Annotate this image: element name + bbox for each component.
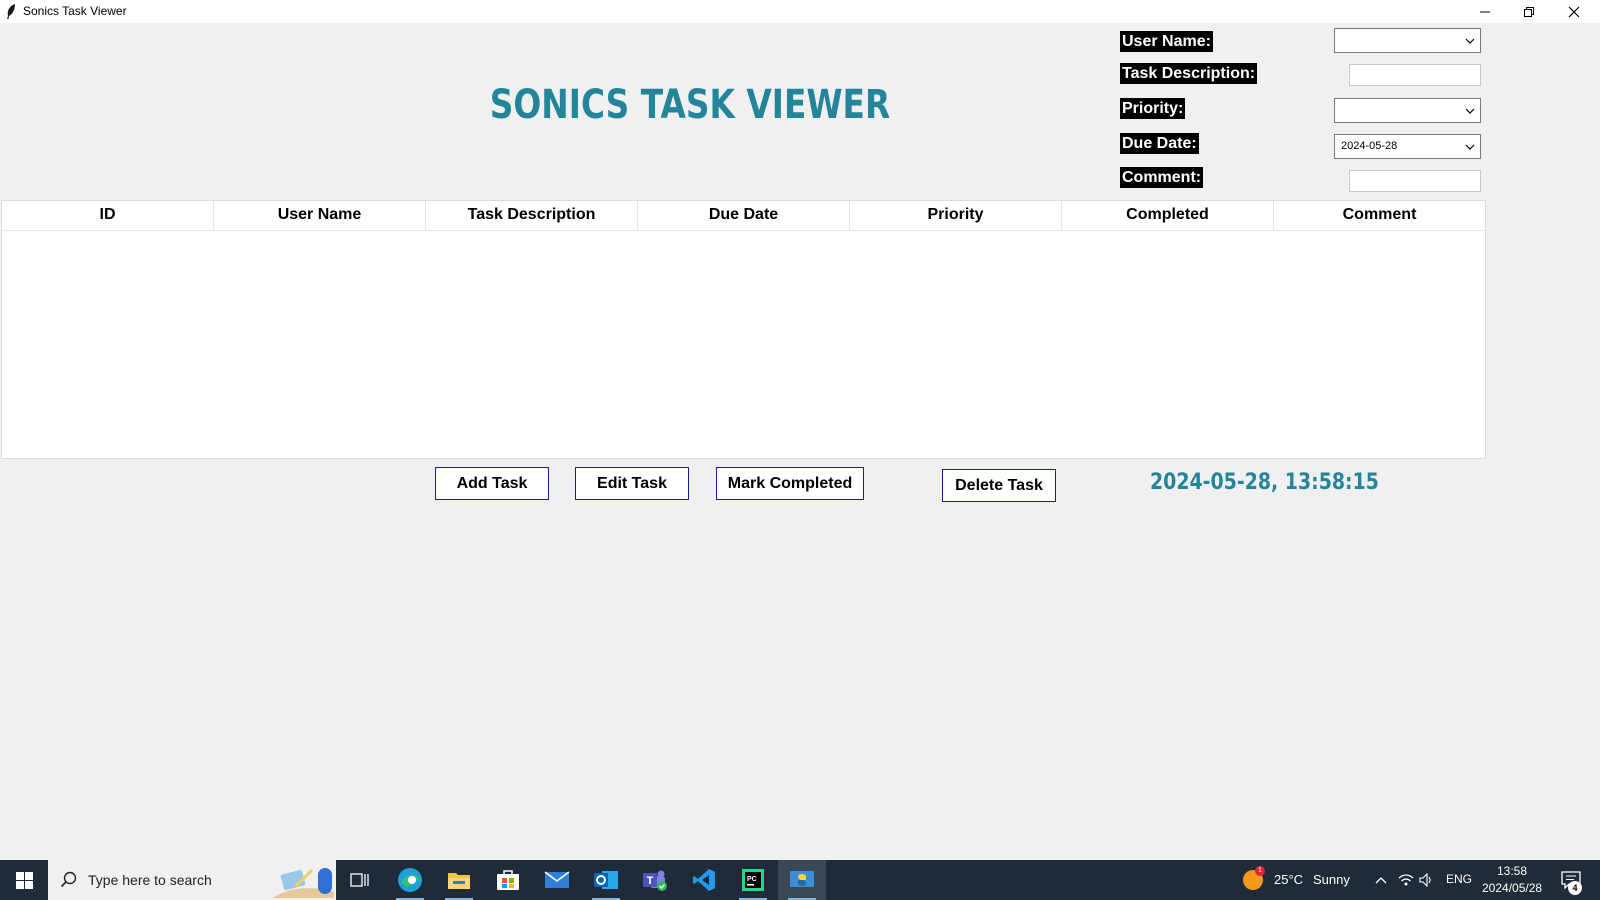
user-name-select[interactable] (1334, 28, 1481, 53)
task-description-field[interactable] (1349, 64, 1481, 86)
taskbar-store[interactable] (484, 860, 532, 900)
taskbar: Type here to search T PC 1 25°C Sunny EN… (0, 860, 1600, 900)
edit-task-button[interactable]: Edit Task (575, 467, 689, 500)
close-button[interactable] (1551, 0, 1597, 23)
feather-app-icon (7, 4, 15, 19)
teams-icon: T (643, 870, 667, 891)
table-header: ID User Name Task Description Due Date P… (2, 201, 1485, 231)
add-task-button[interactable]: Add Task (435, 467, 549, 500)
notification-count-badge: 4 (1568, 881, 1582, 895)
taskbar-vscode[interactable] (680, 860, 728, 900)
chevron-down-icon[interactable] (1461, 100, 1479, 121)
taskbar-python[interactable] (778, 860, 826, 900)
taskbar-search-box[interactable]: Type here to search (48, 860, 336, 900)
vscode-icon (693, 869, 715, 891)
task-view-icon (350, 873, 369, 887)
chevron-down-icon[interactable] (1461, 30, 1479, 51)
user-name-label: User Name: (1120, 31, 1213, 52)
volume-icon[interactable] (1418, 871, 1436, 889)
comment-label: Comment: (1120, 167, 1204, 188)
close-icon (1568, 6, 1580, 17)
svg-text:T: T (647, 875, 654, 887)
comment-field[interactable] (1349, 170, 1481, 192)
column-header-completed[interactable]: Completed (1062, 201, 1274, 230)
due-date-label: Due Date: (1120, 133, 1199, 154)
column-header-id[interactable]: ID (2, 201, 214, 230)
priority-select[interactable] (1334, 98, 1481, 123)
language-indicator[interactable]: ENG (1446, 872, 1472, 886)
search-placeholder: Type here to search (88, 872, 212, 888)
search-icon (60, 871, 77, 888)
weather-description[interactable]: Sunny (1313, 872, 1350, 887)
column-header-due-date[interactable]: Due Date (638, 201, 850, 230)
taskbar-date[interactable]: 2024/05/28 (1482, 881, 1542, 895)
taskbar-mail[interactable] (533, 860, 581, 900)
mark-completed-button[interactable]: Mark Completed (716, 467, 864, 500)
delete-task-button[interactable]: Delete Task (942, 469, 1056, 502)
window-title: Sonics Task Viewer (23, 4, 127, 18)
column-header-task-description[interactable]: Task Description (426, 201, 638, 230)
priority-label: Priority: (1120, 98, 1186, 119)
taskbar-pycharm[interactable]: PC (729, 860, 777, 900)
taskbar-file-explorer[interactable] (435, 860, 483, 900)
column-header-comment[interactable]: Comment (1274, 201, 1485, 230)
restore-icon (1524, 6, 1534, 17)
column-header-user-name[interactable]: User Name (214, 201, 426, 230)
minimize-icon (1480, 11, 1490, 12)
chevron-down-icon[interactable] (1461, 136, 1479, 157)
svg-text:PC: PC (747, 876, 757, 883)
taskbar-time[interactable]: 13:58 (1497, 864, 1527, 878)
outlook-icon (594, 871, 618, 889)
task-table[interactable]: ID User Name Task Description Due Date P… (1, 200, 1486, 459)
python-icon (790, 871, 814, 887)
minimize-button[interactable] (1462, 0, 1508, 23)
file-explorer-icon (448, 873, 470, 889)
weather-badge: 1 (1255, 866, 1265, 876)
window-title-bar[interactable]: Sonics Task Viewer (0, 0, 1600, 23)
weather-temperature[interactable]: 25°C (1274, 872, 1303, 887)
mail-icon (544, 871, 570, 888)
restore-button[interactable] (1506, 0, 1552, 23)
network-icon[interactable] (1397, 871, 1415, 889)
due-date-value: 2024-05-28 (1341, 140, 1398, 152)
taskbar-edge[interactable] (386, 860, 434, 900)
datetime-display: 2024-05-28, 13:58:15 (1150, 470, 1379, 495)
taskbar-teams[interactable]: T (631, 860, 679, 900)
search-highlight-illustration-icon (272, 868, 334, 898)
edge-icon (398, 868, 422, 892)
column-header-priority[interactable]: Priority (850, 201, 1062, 230)
page-title: SONICS TASK VIEWER (489, 82, 891, 128)
task-description-label: Task Description: (1120, 63, 1258, 84)
due-date-picker[interactable]: 2024-05-28 (1334, 134, 1481, 159)
pycharm-icon: PC (742, 869, 764, 891)
store-icon (497, 870, 519, 890)
taskbar-outlook[interactable] (582, 860, 630, 900)
task-view-button[interactable] (336, 860, 384, 900)
windows-icon (15, 871, 33, 889)
chevron-up-icon[interactable] (1372, 871, 1390, 889)
start-button[interactable] (0, 860, 48, 900)
